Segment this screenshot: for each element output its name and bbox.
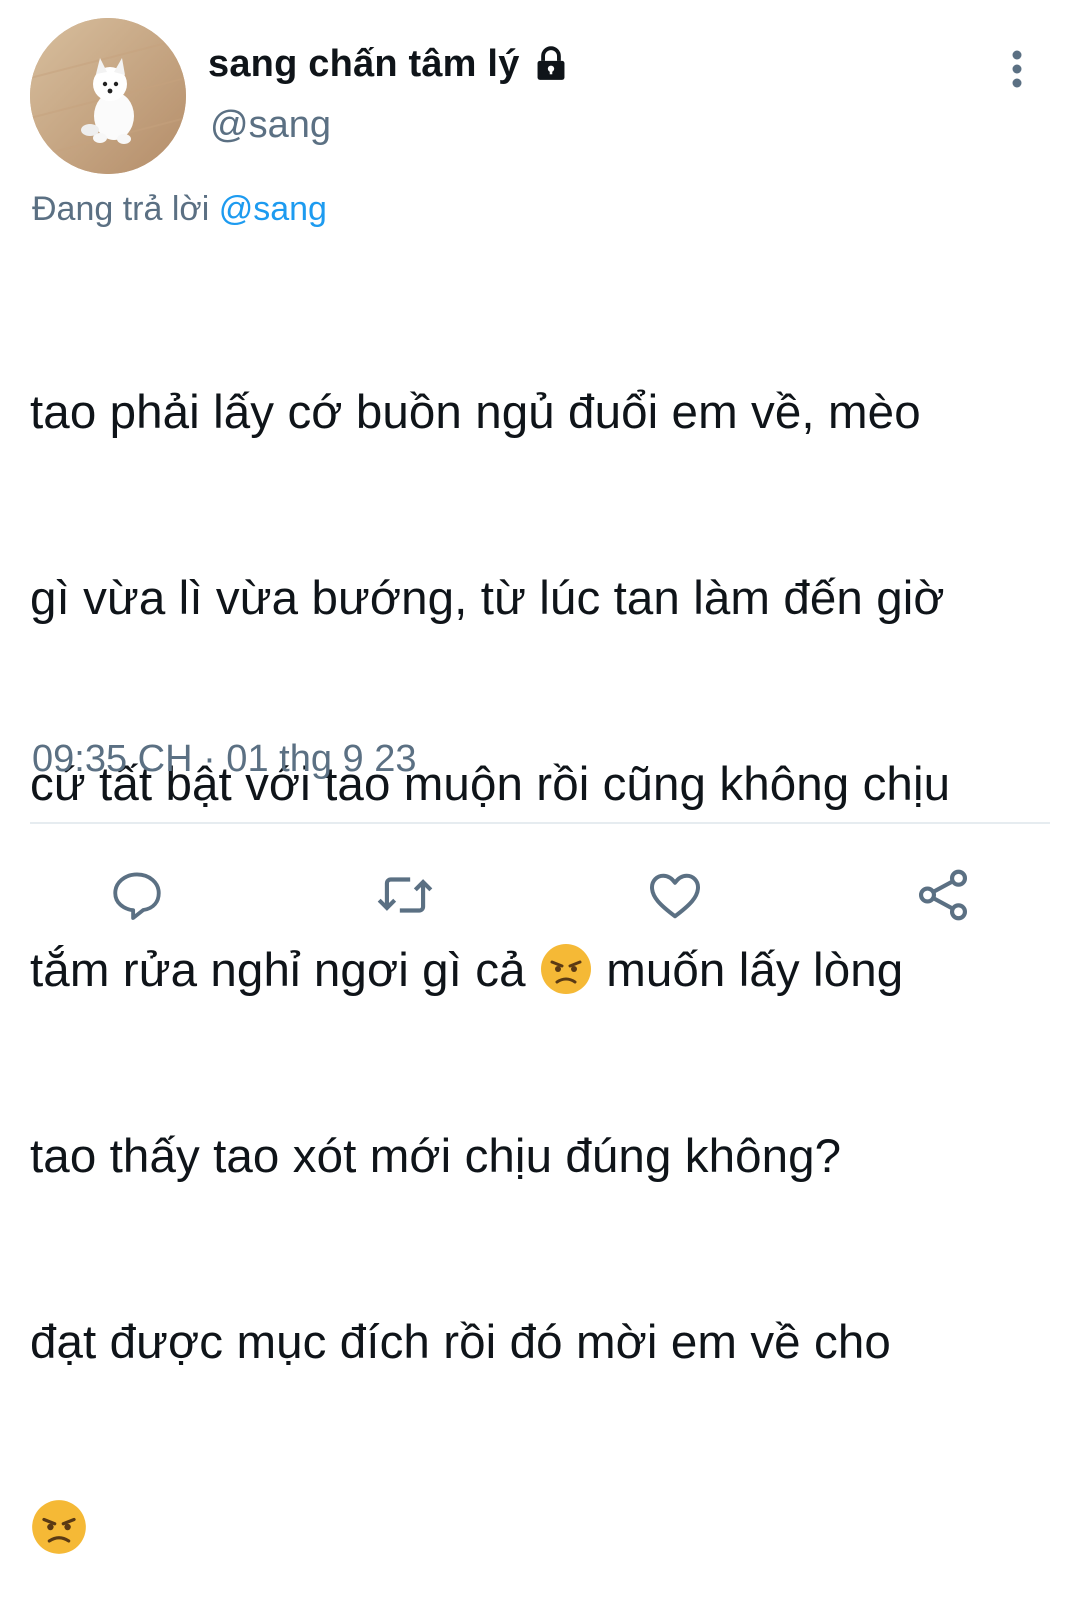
tweet-text: tao phải lấy cớ buồn ngủ đuổi em về, mèo… [30,258,1075,1624]
tweet-line [30,1498,1075,1562]
like-button[interactable] [640,860,710,930]
share-button[interactable] [908,860,978,930]
user-handle[interactable]: @sang [210,104,331,147]
like-icon [650,873,700,919]
replying-to: Đang trả lời @sang [32,190,327,229]
reply-button[interactable] [102,860,172,930]
reply-icon [113,872,161,920]
share-icon [918,869,968,921]
angry-face-icon [30,1498,88,1556]
dog-avatar-icon [30,18,186,174]
more-options-icon[interactable] [1000,48,1034,90]
user-name-row: sang chấn tâm lý [208,38,570,90]
tweet-line: tao phải lấy cớ buồn ngủ đuổi em về, mèo [30,386,921,439]
tweet-line: gì vừa lì vừa bướng, từ lúc tan làm đến … [30,572,945,625]
replying-to-prefix: Đang trả lời [32,190,210,228]
tweet-line: đạt được mục đích rồi đó mời em về cho [30,1316,891,1369]
tweet-line: tắm rửa nghỉ ngơi gì cả muốn lấy lòng [30,940,1075,1002]
replying-to-mention[interactable]: @sang [219,190,327,228]
display-name[interactable]: sang chấn tâm lý [208,43,520,86]
angry-face-icon [539,942,593,996]
divider [30,822,1050,824]
retweet-icon [377,877,433,913]
tweet-line: tao thấy tao xót mới chịu đúng không? [30,1130,842,1183]
tweet-actions [0,860,1080,930]
tweet-timestamp[interactable]: 09:35 CH · 01 thg 9 23 [32,738,416,781]
lock-icon [532,45,570,83]
retweet-button[interactable] [370,860,440,930]
avatar[interactable] [30,18,186,174]
